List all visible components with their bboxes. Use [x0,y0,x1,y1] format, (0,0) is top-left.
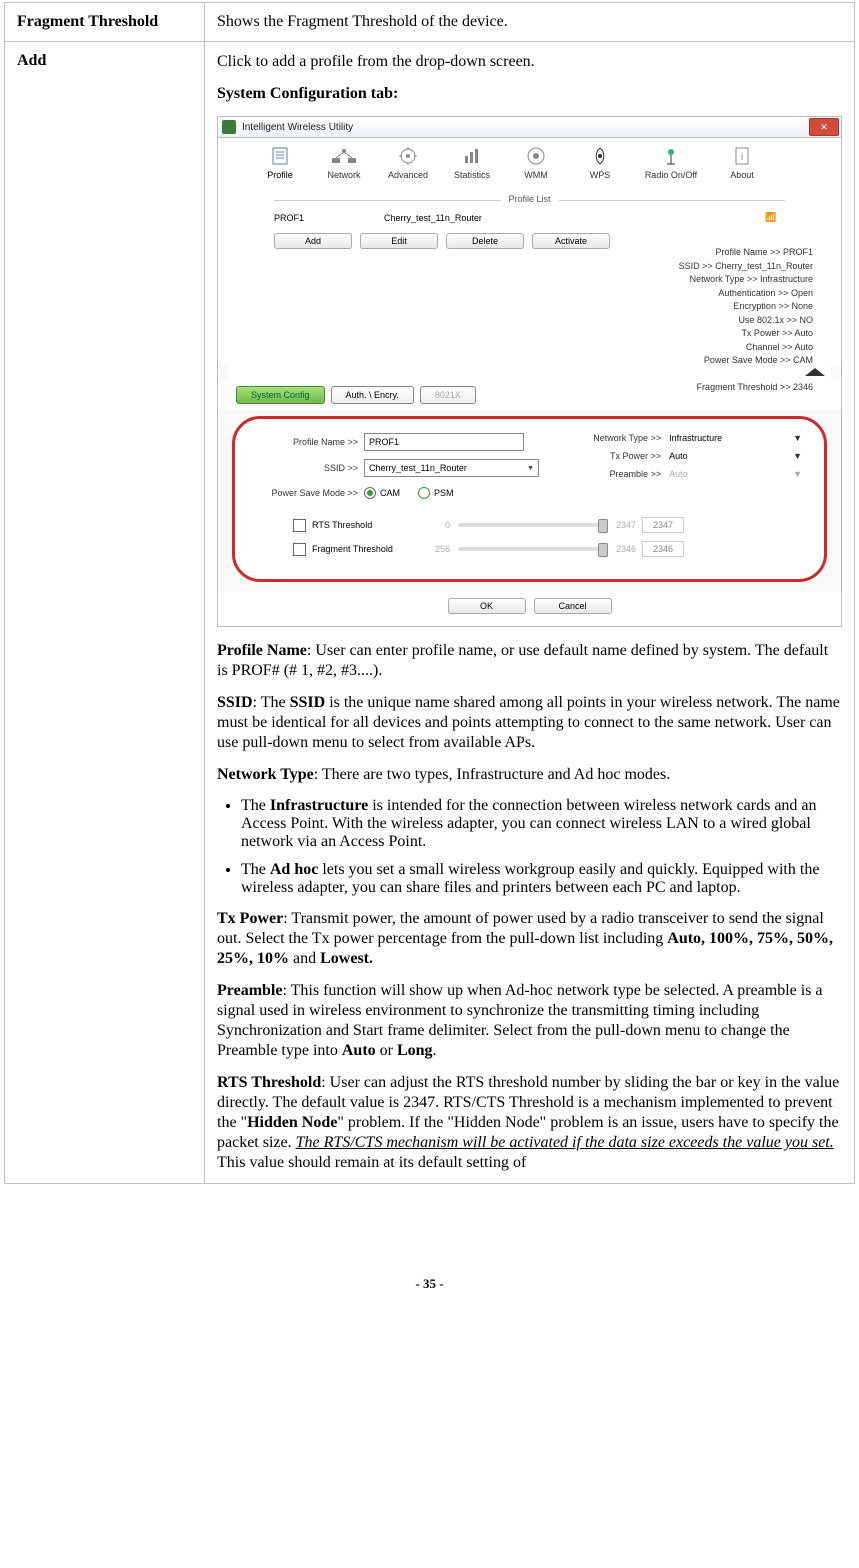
delete-button[interactable]: Delete [446,233,524,249]
subtab-auth-encry[interactable]: Auth. \ Encry. [331,386,414,404]
page-number: - 35 - [0,1276,859,1302]
system-config-form: Profile Name >> SSID >> Cherry_test_11n_… [232,416,827,582]
tab-wmm[interactable]: WMM [504,144,568,184]
svg-text:i: i [741,152,743,163]
rts-slider[interactable] [458,523,608,527]
network-type-desc: Network Type: There are two types, Infra… [217,765,842,785]
app-title: Intelligent Wireless Utility [242,122,353,133]
main-tabs: Profile Network Advanced Statistics WMM … [218,138,841,184]
list-item: The Ad hoc lets you set a small wireless… [241,861,842,897]
preamble-desc: Preamble: This function will show up whe… [217,981,842,1061]
profile-name-input[interactable] [364,433,524,451]
edit-button[interactable]: Edit [360,233,438,249]
ssid-desc: SSID: The SSID is the unique name shared… [217,693,842,753]
frag-checkbox[interactable] [293,543,306,556]
sysconf-heading: System Configuration tab: [217,84,842,104]
chevron-down-icon[interactable]: ▼ [793,433,802,443]
close-icon[interactable]: ✕ [809,118,839,136]
psm-radio[interactable]: PSM [418,487,454,499]
frag-value[interactable]: 2346 [642,541,684,557]
chevron-down-icon[interactable]: ▼ [793,451,802,461]
tab-wps[interactable]: WPS [568,144,632,184]
rts-checkbox[interactable] [293,519,306,532]
subtab-8021x: 8021X [420,386,476,404]
app-window: Intelligent Wireless Utility ✕ Profile N… [217,116,842,627]
chevron-down-icon: ▼ [793,469,802,479]
tx-power-desc: Tx Power: Transmit power, the amount of … [217,909,842,969]
row-label-add: Add [5,42,205,1184]
frag-slider[interactable] [458,547,608,551]
cam-radio[interactable]: CAM [364,487,400,499]
expand-icon[interactable] [805,368,825,376]
titlebar: Intelligent Wireless Utility ✕ [218,117,841,138]
tab-network[interactable]: Network [312,144,376,184]
ok-button[interactable]: OK [448,598,526,614]
ssid-select[interactable]: Cherry_test_11n_Router▼ [364,459,539,477]
cancel-button[interactable]: Cancel [534,598,612,614]
signal-icon: 📶 [765,212,785,223]
add-button[interactable]: Add [274,233,352,249]
tab-statistics[interactable]: Statistics [440,144,504,184]
app-icon [222,120,236,134]
network-type-list: The Infrastructure is intended for the c… [217,797,842,897]
activate-button[interactable]: Activate [532,233,610,249]
tab-about[interactable]: iAbout [710,144,774,184]
row-desc-fragment-threshold: Shows the Fragment Threshold of the devi… [205,3,855,42]
tab-advanced[interactable]: Advanced [376,144,440,184]
add-intro: Click to add a profile from the drop-dow… [217,52,842,72]
row-label-fragment-threshold: Fragment Threshold [5,3,205,42]
tab-radio[interactable]: Radio On/Off [632,144,710,184]
profile-name-desc: Profile Name: User can enter profile nam… [217,641,842,681]
profile-row[interactable]: PROF1 Cherry_test_11n_Router 📶 [234,210,825,225]
tab-profile[interactable]: Profile [248,144,312,184]
profile-list-header: Profile List [274,194,785,206]
rts-desc: RTS Threshold: User can adjust the RTS t… [217,1073,842,1173]
rts-value[interactable]: 2347 [642,517,684,533]
subtab-system-config[interactable]: System Config [236,386,325,404]
list-item: The Infrastructure is intended for the c… [241,797,842,851]
